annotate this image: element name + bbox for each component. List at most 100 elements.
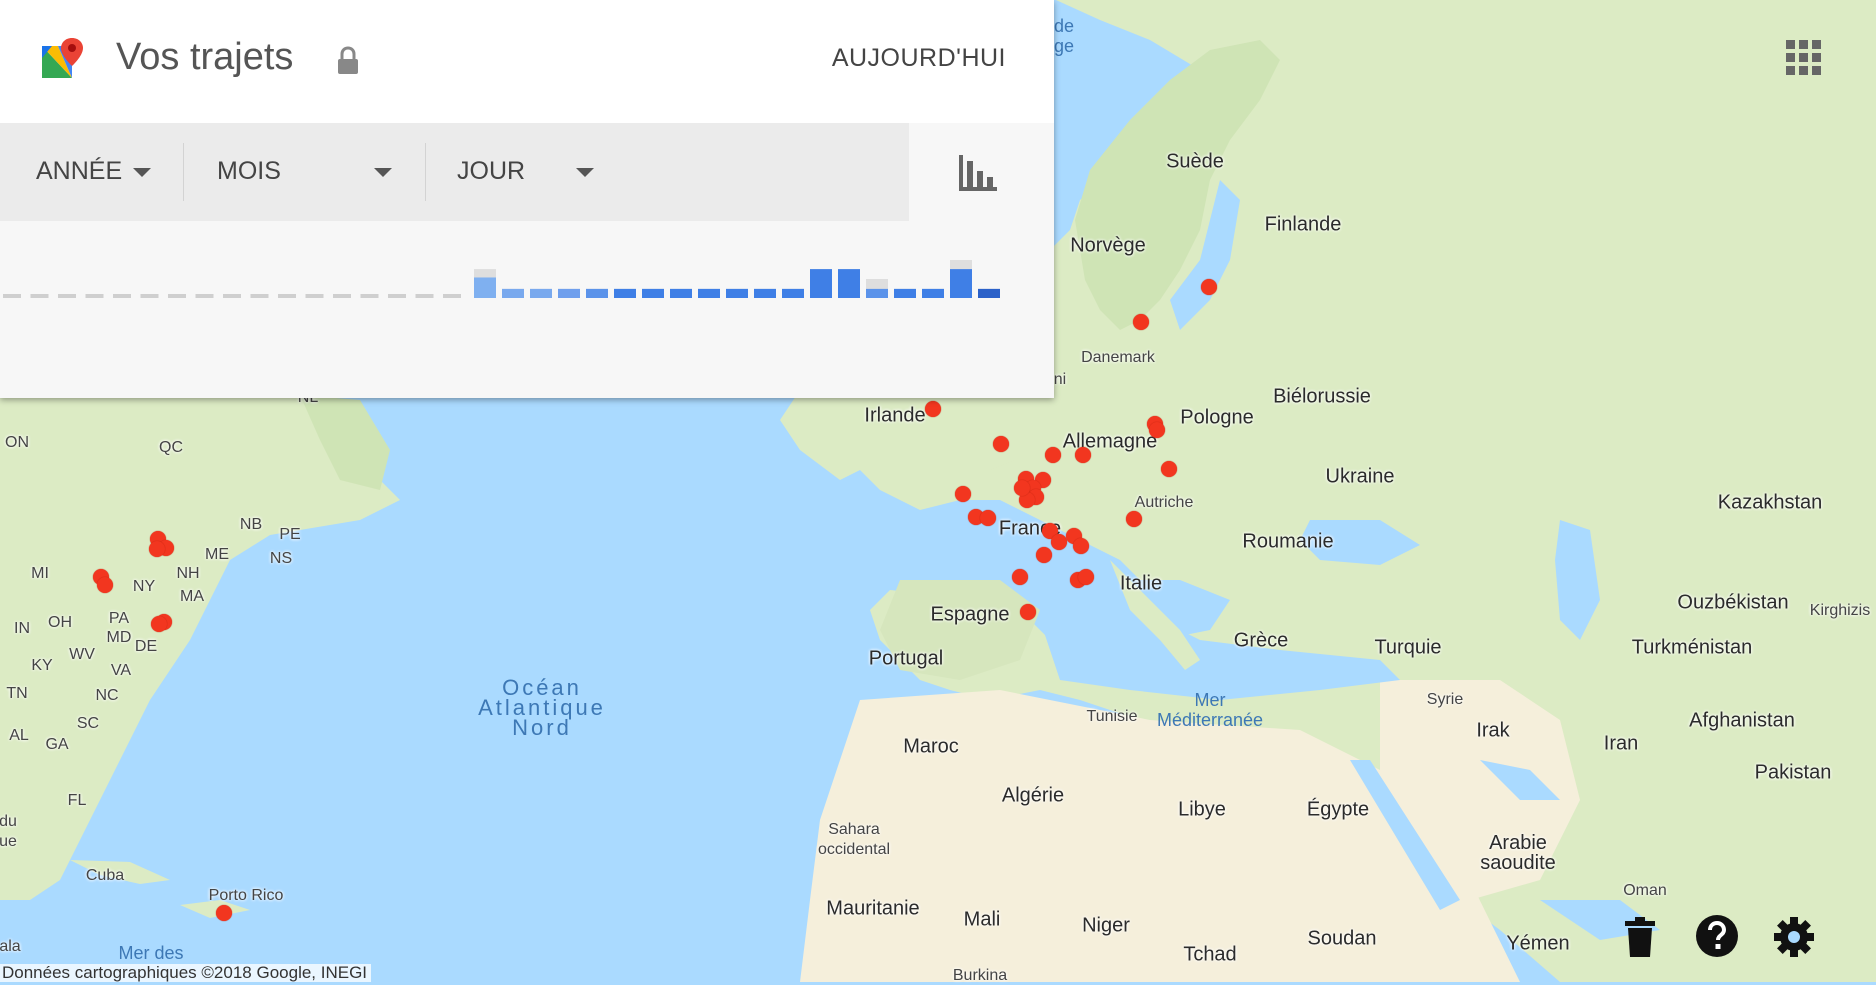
visit-dot[interactable] bbox=[1020, 604, 1036, 620]
visit-dot[interactable] bbox=[149, 541, 165, 557]
map-label-ga: GA bbox=[45, 736, 69, 753]
histogram-empty-bar[interactable] bbox=[415, 294, 434, 298]
map-label-libye: Libye bbox=[1178, 798, 1226, 821]
map-label-nb: NB bbox=[239, 516, 263, 533]
visit-dot[interactable] bbox=[925, 401, 941, 417]
histogram-empty-bar[interactable] bbox=[250, 294, 269, 298]
histogram-empty-bar[interactable] bbox=[195, 294, 214, 298]
histogram-bar[interactable] bbox=[894, 288, 916, 298]
histogram-bar[interactable] bbox=[586, 288, 608, 298]
histogram-empty-bar[interactable] bbox=[85, 294, 104, 298]
histogram-bar[interactable] bbox=[502, 288, 524, 298]
histogram-bar[interactable] bbox=[810, 269, 832, 298]
visit-dot[interactable] bbox=[993, 436, 1009, 452]
activity-histogram[interactable] bbox=[0, 221, 1054, 398]
map-label-irak: Irak bbox=[1476, 719, 1510, 742]
map-label-roumanie: Roumanie bbox=[1242, 530, 1334, 553]
histogram-empty-bar[interactable] bbox=[3, 294, 21, 298]
map-label-va: VA bbox=[110, 662, 132, 679]
histogram-bar[interactable] bbox=[978, 288, 1000, 298]
visit-dot[interactable] bbox=[1075, 447, 1091, 463]
histogram-empty-bar[interactable] bbox=[58, 294, 76, 298]
chevron-down-icon bbox=[374, 168, 392, 177]
histogram-empty-bar[interactable] bbox=[360, 294, 379, 298]
histogram-empty-bar[interactable] bbox=[443, 294, 461, 298]
map-attribution: Données cartographiques ©2018 Google, IN… bbox=[0, 964, 372, 982]
page-title: Vos trajets bbox=[116, 36, 294, 78]
map-label-arabie-saoudite: Arabie saoudite bbox=[1480, 832, 1556, 874]
histogram-bar[interactable] bbox=[866, 288, 888, 298]
month-dropdown[interactable]: MOIS bbox=[184, 123, 424, 221]
map-label-pakistan: Pakistan bbox=[1754, 761, 1832, 784]
chevron-down-icon bbox=[576, 168, 594, 177]
histogram-bar[interactable] bbox=[670, 288, 692, 298]
map-label-autriche: Autriche bbox=[1134, 494, 1194, 511]
trash-icon[interactable] bbox=[1625, 917, 1655, 957]
histogram-empty-bar[interactable] bbox=[113, 294, 131, 298]
map-label-tn: TN bbox=[6, 685, 28, 702]
histogram-bar[interactable] bbox=[754, 288, 776, 298]
visit-dot[interactable] bbox=[216, 905, 232, 921]
timeline-panel: Vos trajets AUJOURD'HUI ANNÉE MOIS JOUR bbox=[0, 0, 1054, 398]
visit-dot[interactable] bbox=[97, 577, 113, 593]
histogram-empty-bar[interactable] bbox=[30, 294, 49, 298]
help-icon[interactable] bbox=[1696, 915, 1738, 957]
histogram-bar[interactable] bbox=[558, 288, 580, 298]
gear-icon[interactable] bbox=[1774, 917, 1814, 957]
apps-grid-icon[interactable] bbox=[1786, 40, 1822, 76]
map-label-ouzbekistan: Ouzbékistan bbox=[1677, 591, 1789, 614]
histogram-bar[interactable] bbox=[698, 288, 720, 298]
histogram-bar[interactable] bbox=[614, 288, 636, 298]
histogram-bar[interactable] bbox=[782, 288, 804, 298]
histogram-empty-bar[interactable] bbox=[278, 294, 296, 298]
histogram-bar[interactable] bbox=[474, 277, 496, 298]
visit-dot[interactable] bbox=[151, 616, 167, 632]
visit-dot[interactable] bbox=[980, 510, 996, 526]
map-label-sc: SC bbox=[76, 715, 100, 732]
map-label-ukraine: Ukraine bbox=[1325, 465, 1395, 488]
visit-dot[interactable] bbox=[1149, 422, 1165, 438]
histogram-empty-bar[interactable] bbox=[333, 294, 351, 298]
visit-dot[interactable] bbox=[1045, 447, 1061, 463]
visit-dot[interactable] bbox=[1051, 534, 1067, 550]
day-dropdown[interactable]: JOUR bbox=[426, 123, 626, 221]
map-label-maroc: Maroc bbox=[903, 735, 959, 758]
visit-dot[interactable] bbox=[955, 486, 971, 502]
visit-dot[interactable] bbox=[1036, 547, 1052, 563]
histogram-empty-bar[interactable] bbox=[388, 294, 406, 298]
map-label-sahara-occidental: Sahara occidental bbox=[817, 821, 891, 858]
map-label-on: ON bbox=[5, 434, 29, 451]
visit-dot[interactable] bbox=[1012, 569, 1028, 585]
year-dropdown[interactable]: ANNÉE bbox=[0, 123, 183, 221]
map-label-ky: KY bbox=[31, 657, 53, 674]
map-label-ny: NY bbox=[132, 578, 156, 595]
map-label-oman: Oman bbox=[1623, 882, 1667, 899]
visit-dot[interactable] bbox=[1201, 279, 1217, 295]
map-label-italie: Italie bbox=[1119, 572, 1163, 595]
year-dropdown-label: ANNÉE bbox=[36, 157, 123, 185]
visit-dot[interactable] bbox=[1126, 511, 1142, 527]
histogram-bar[interactable] bbox=[922, 288, 944, 298]
histogram-empty-bar[interactable] bbox=[223, 294, 241, 298]
month-dropdown-label: MOIS bbox=[217, 157, 281, 185]
histogram-bar[interactable] bbox=[726, 288, 748, 298]
histogram-bar[interactable] bbox=[838, 269, 860, 298]
visit-dot[interactable] bbox=[1073, 538, 1089, 554]
visit-dot[interactable] bbox=[1161, 461, 1177, 477]
visit-dot[interactable] bbox=[1014, 480, 1030, 496]
timeline-header: Vos trajets AUJOURD'HUI bbox=[0, 0, 1054, 123]
map-label-al: AL bbox=[9, 727, 29, 744]
map-label-wv: WV bbox=[69, 646, 95, 663]
histogram-bar[interactable] bbox=[642, 288, 664, 298]
histogram-empty-bar[interactable] bbox=[305, 294, 324, 298]
map-label-md: MD bbox=[106, 629, 132, 646]
histogram-empty-bar[interactable] bbox=[140, 294, 159, 298]
histogram-empty-bar[interactable] bbox=[168, 294, 186, 298]
histogram-bar[interactable] bbox=[530, 288, 552, 298]
visit-dot[interactable] bbox=[1078, 569, 1094, 585]
histogram-bar[interactable] bbox=[950, 269, 972, 298]
date-filter-bar: ANNÉE MOIS JOUR bbox=[0, 123, 909, 221]
today-button[interactable]: AUJOURD'HUI bbox=[832, 44, 1006, 73]
visit-dot[interactable] bbox=[1133, 314, 1149, 330]
statistics-button[interactable] bbox=[909, 123, 1054, 221]
